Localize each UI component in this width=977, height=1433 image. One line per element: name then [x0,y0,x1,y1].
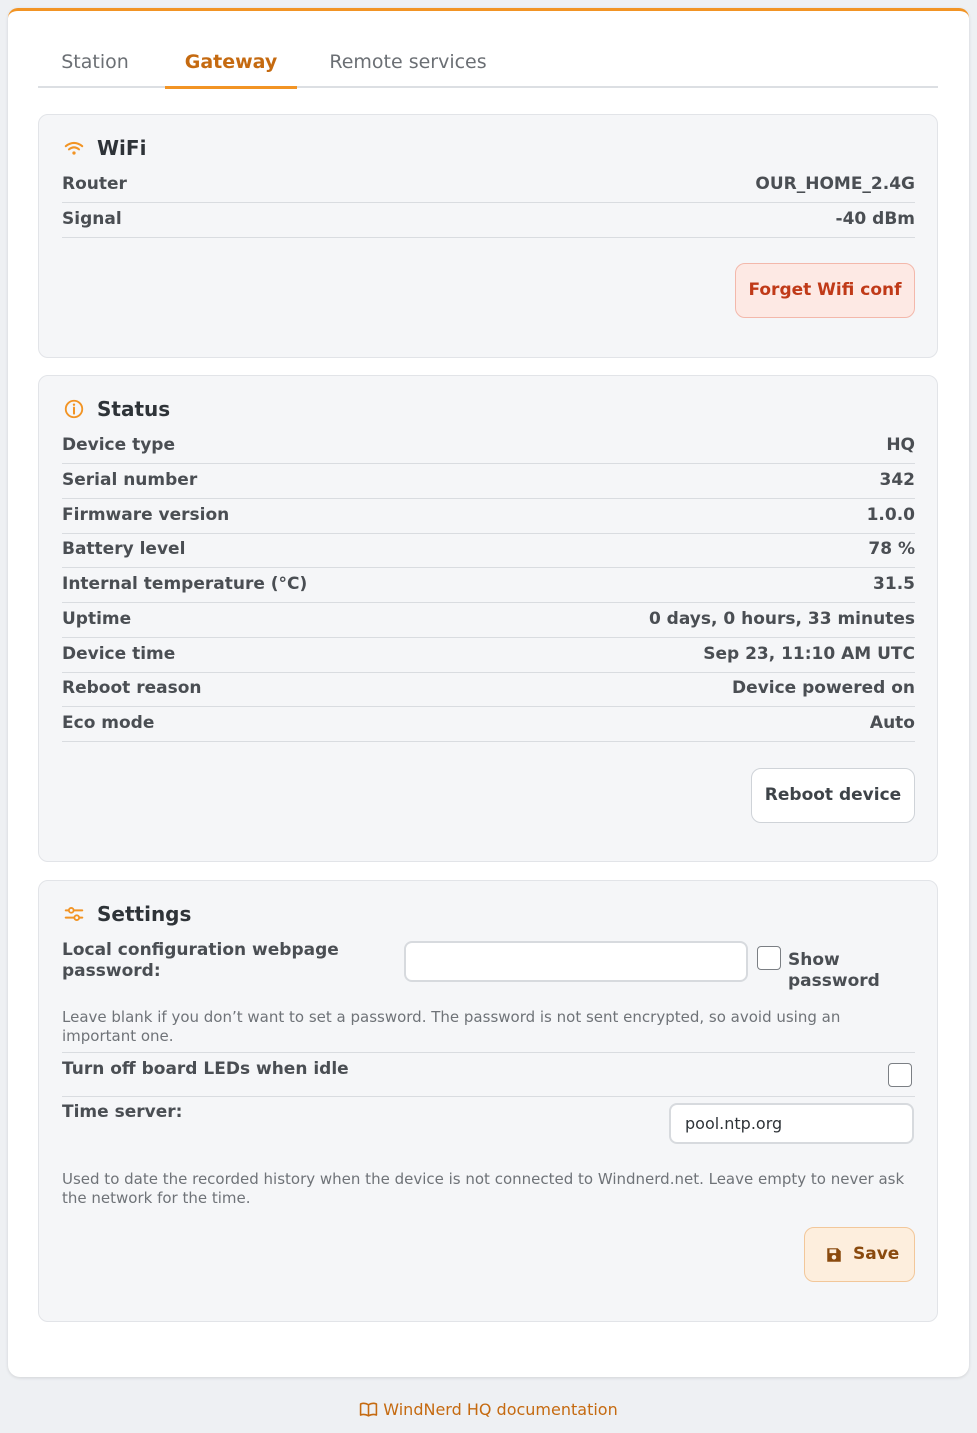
row-value: 1.0.0 [866,505,915,525]
row-value: Device powered on [732,678,915,698]
forget-wifi-button[interactable]: Forget Wifi conf [735,263,915,318]
status-row-reboot-reason: Reboot reason Device powered on [62,672,915,707]
row-value: 342 [879,470,916,490]
reboot-device-button[interactable]: Reboot device [751,768,915,823]
floppy-disk-icon [827,1248,841,1262]
row-key: Uptime [62,609,132,629]
show-password-label: Show password [788,950,880,991]
row-key: Battery level [62,539,186,559]
password-label: Local configuration webpage password: [62,940,339,981]
wifi-title: WiFi [97,136,147,160]
divider [62,1052,915,1053]
status-row-firmware-version: Firmware version 1.0.0 [62,499,915,534]
wifi-row-router: Router OUR_HOME_2.4G [62,168,915,203]
row-value: OUR_HOME_2.4G [755,174,915,194]
row-key: Firmware version [62,505,230,525]
sliders-icon [64,907,84,921]
row-key: Signal [62,209,122,229]
password-input[interactable] [404,941,748,982]
row-value: 78 % [868,539,915,559]
status-row-internal-temperature: Internal temperature (°C) 31.5 [62,568,915,603]
status-row-battery-level: Battery level 78 % [62,533,915,568]
divider [62,1096,915,1097]
row-value: HQ [886,435,915,455]
tab-bar: Station Gateway Remote services [38,40,938,89]
show-password-checkbox[interactable] [757,946,781,970]
leds-checkbox[interactable] [888,1063,912,1087]
time-server-label: Time server: [62,1102,183,1122]
status-panel: Status Device type HQ Serial number 342 … [38,375,938,862]
documentation-link-text: WindNerd HQ documentation [383,1400,618,1419]
row-key: Internal temperature (°C) [62,574,308,594]
row-value: -40 dBm [835,209,915,229]
status-title: Status [97,397,171,421]
row-value: 31.5 [873,574,915,594]
settings-title: Settings [97,902,192,926]
row-key: Serial number [62,470,198,490]
password-help-text: Leave blank if you don’t want to set a p… [62,1008,841,1045]
status-row-device-type: Device type HQ [62,429,915,464]
documentation-link[interactable]: WindNerd HQ documentation [0,1400,977,1419]
row-key: Router [62,174,127,194]
row-value: Auto [869,713,915,733]
leds-label: Turn off board LEDs when idle [62,1059,349,1079]
wifi-row-signal: Signal -40 dBm [62,203,915,238]
wifi-panel: WiFi Router OUR_HOME_2.4G Signal -40 dBm… [38,114,938,358]
status-row-eco-mode: Eco mode Auto [62,707,915,742]
row-value: 0 days, 0 hours, 33 minutes [648,609,915,629]
save-button[interactable]: Save [804,1227,915,1282]
info-icon [64,399,84,419]
status-row-device-time: Device time Sep 23, 11:10 AM UTC [62,638,915,673]
time-server-input[interactable] [669,1103,914,1144]
time-server-help-text: Used to date the recorded history when t… [62,1170,905,1207]
row-key: Eco mode [62,713,155,733]
row-key: Reboot reason [62,678,202,698]
row-key: Device type [62,435,175,455]
tab-gateway[interactable]: Gateway [165,40,297,89]
save-label: Save [853,1244,900,1264]
tab-remote-services[interactable]: Remote services [321,40,495,88]
status-row-serial-number: Serial number 342 [62,464,915,499]
wifi-icon [64,141,84,155]
status-row-uptime: Uptime 0 days, 0 hours, 33 minutes [62,603,915,638]
settings-panel: Settings Local configuration webpage pas… [38,880,938,1322]
row-key: Device time [62,644,176,664]
row-value: Sep 23, 11:10 AM UTC [703,644,915,664]
tab-station[interactable]: Station [38,40,152,88]
book-icon [360,1402,378,1417]
